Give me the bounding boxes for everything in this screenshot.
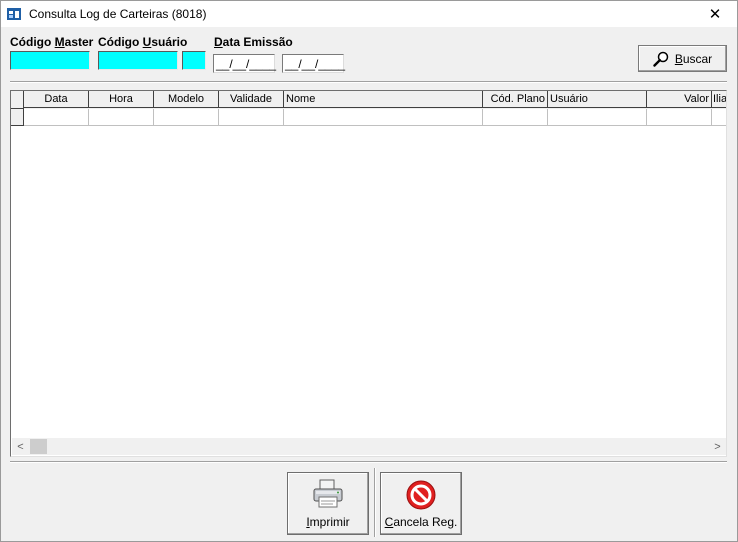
codigo-master-input[interactable] bbox=[10, 51, 90, 70]
grid-cell[interactable] bbox=[647, 109, 712, 126]
codigo-master-label-prefix: Código bbox=[10, 35, 55, 49]
scroll-right-button[interactable]: > bbox=[709, 438, 726, 455]
grid-header: Data Hora Modelo Validade Nome Cód. Plan… bbox=[11, 91, 726, 109]
log-grid[interactable]: Data Hora Modelo Validade Nome Cód. Plan… bbox=[10, 90, 727, 457]
header-indicator-cell bbox=[11, 91, 24, 109]
grid-cell[interactable] bbox=[483, 109, 548, 126]
main-window: Consulta Log de Carteiras (8018) ✕ Códig… bbox=[0, 0, 738, 542]
actions-vertical-separator bbox=[374, 468, 376, 537]
data-emissao-label: Data Emissão bbox=[214, 35, 293, 49]
codigo-master-label-mnemonic: M bbox=[54, 35, 65, 49]
magnifier-icon bbox=[653, 51, 669, 67]
col-header-valor[interactable]: Valor bbox=[647, 91, 712, 108]
cancela-reg-label-mnemonic: C bbox=[384, 515, 394, 529]
cancela-reg-label-suffix: ancela Reg. bbox=[393, 515, 458, 529]
col-header-data[interactable]: Data bbox=[24, 91, 89, 108]
scroll-left-button[interactable]: < bbox=[12, 438, 29, 455]
imprimir-label-suffix: mprimir bbox=[309, 515, 350, 529]
col-header-hora[interactable]: Hora bbox=[89, 91, 154, 108]
col-header-validade[interactable]: Validade bbox=[219, 91, 284, 108]
chevron-right-icon: > bbox=[714, 440, 721, 453]
cancela-reg-label: Cancela Reg. bbox=[385, 515, 458, 529]
buscar-label-mnemonic: B bbox=[674, 51, 683, 66]
col-header-modelo[interactable]: Modelo bbox=[154, 91, 219, 108]
codigo-master-label: Código Master bbox=[10, 35, 93, 49]
col-header-cod-plano[interactable]: Cód. Plano bbox=[483, 91, 548, 108]
title-bar: Consulta Log de Carteiras (8018) ✕ bbox=[1, 1, 737, 27]
app-window-icon bbox=[7, 8, 21, 20]
cancela-reg-button[interactable]: Cancela Reg. bbox=[380, 472, 462, 535]
grid-cell[interactable] bbox=[89, 109, 154, 126]
filters-separator bbox=[10, 81, 727, 83]
codigo-usuario-label: Código Usuário bbox=[98, 35, 187, 49]
grid-cell[interactable] bbox=[154, 109, 219, 126]
codigo-usuario-label-suffix: suário bbox=[151, 35, 188, 49]
grid-cell[interactable] bbox=[548, 109, 647, 126]
cancel-circle-icon bbox=[406, 480, 436, 510]
printer-icon bbox=[313, 479, 343, 508]
horizontal-scrollbar[interactable]: < > bbox=[12, 438, 726, 455]
data-emissao-label-mnemonic: D bbox=[214, 35, 223, 49]
imprimir-label: Imprimir bbox=[306, 515, 349, 529]
imprimir-button[interactable]: Imprimir bbox=[287, 472, 369, 535]
data-emissao-label-suffix: ata Emissão bbox=[222, 35, 293, 49]
chevron-left-icon: < bbox=[17, 440, 24, 453]
close-button[interactable]: ✕ bbox=[693, 1, 737, 27]
grid-cell[interactable] bbox=[24, 109, 89, 126]
codigo-usuario-digit-input[interactable] bbox=[182, 51, 206, 70]
close-icon: ✕ bbox=[708, 6, 722, 23]
data-emissao-to-input[interactable]: __/__/____ bbox=[282, 54, 345, 73]
row-indicator-cell[interactable] bbox=[11, 109, 24, 126]
window-title: Consulta Log de Carteiras (8018) bbox=[29, 7, 207, 21]
grid-cell[interactable] bbox=[712, 109, 726, 126]
codigo-usuario-label-prefix: Código bbox=[98, 35, 143, 49]
col-header-nome[interactable]: Nome bbox=[284, 91, 483, 108]
grid-cell[interactable] bbox=[284, 109, 483, 126]
buscar-button[interactable]: Buscar bbox=[638, 45, 727, 72]
data-emissao-from-input[interactable]: __/__/____ bbox=[213, 54, 276, 73]
scroll-thumb[interactable] bbox=[30, 439, 47, 454]
codigo-usuario-input[interactable] bbox=[98, 51, 178, 70]
codigo-master-label-suffix: aster bbox=[64, 35, 94, 49]
buscar-label: Buscar bbox=[675, 52, 712, 66]
buscar-label-suffix: uscar bbox=[682, 51, 713, 66]
actions-separator bbox=[10, 461, 727, 463]
grid-cell[interactable] bbox=[219, 109, 284, 126]
col-header-ilia[interactable]: Ilia bbox=[712, 91, 726, 108]
col-header-usuario[interactable]: Usuário bbox=[548, 91, 647, 108]
